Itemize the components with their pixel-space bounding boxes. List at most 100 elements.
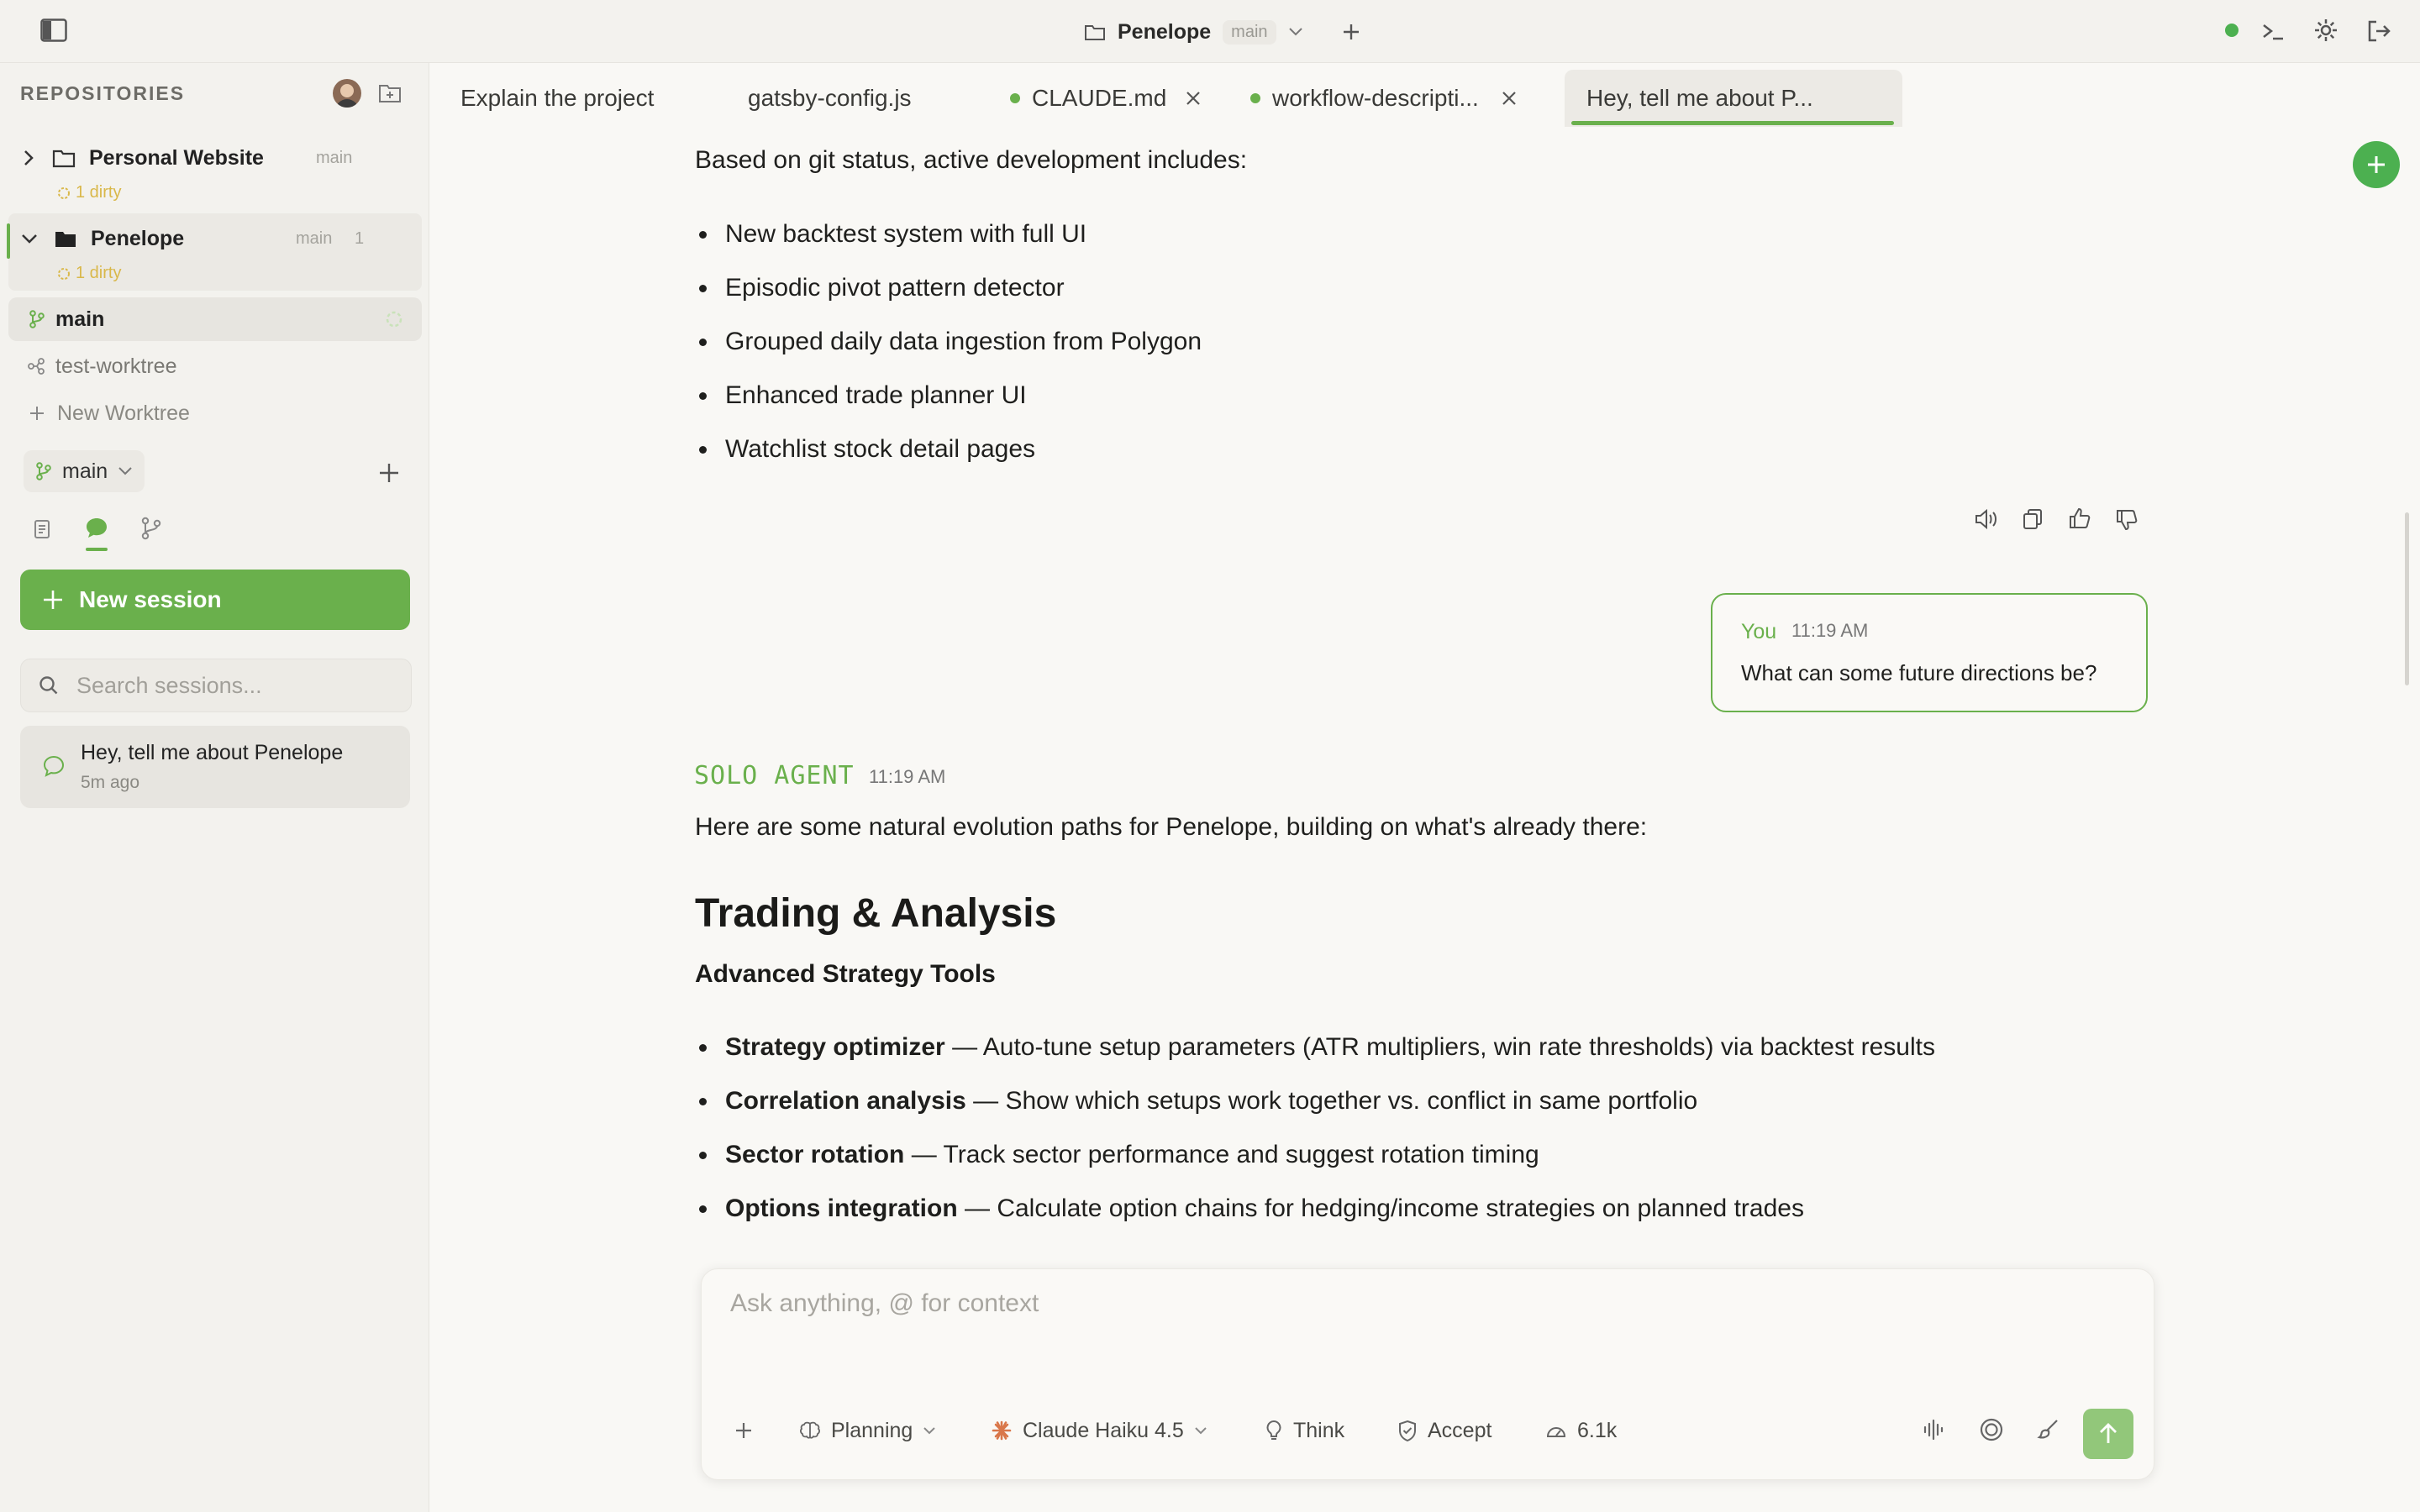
close-icon[interactable] [1185,90,1202,107]
scrollbar-thumb[interactable] [2405,512,2409,685]
chevron-down-icon[interactable] [20,232,39,245]
terminal-icon[interactable] [2260,18,2286,44]
brush-icon[interactable] [2036,1417,2061,1442]
send-button[interactable] [2083,1409,2133,1459]
project-name: Penelope [1118,19,1212,44]
voice-waveform-icon[interactable] [1922,1417,1945,1442]
intro-text: Based on git status, active development … [695,146,1248,174]
agent-intro: Here are some natural evolution paths fo… [695,813,1648,841]
item-title: Strategy optimizer [725,1033,945,1061]
list-item: Options integration — Calculate option c… [699,1194,1804,1223]
logout-icon[interactable] [2366,18,2391,44]
token-usage[interactable]: 6.1k [1545,1414,1617,1447]
tab-label: gatsby-config.js [748,85,912,111]
shield-check-icon [1397,1419,1418,1442]
token-count: 6.1k [1577,1418,1618,1442]
repo-penelope[interactable]: Penelope main 1 [8,218,422,259]
tab-gatsby-config[interactable]: gatsby-config.js [748,70,912,127]
agent-name: SOLO AGENT [694,761,855,790]
composer: Planning Claude Haiku 4.5 Think Accept 6… [701,1268,2154,1480]
model-selector[interactable]: Claude Haiku 4.5 [991,1414,1207,1447]
repo-branch: main [316,148,353,167]
chevron-right-icon[interactable] [22,149,35,167]
thumbs-down-icon[interactable] [2114,507,2139,533]
dirty-label: 1 dirty [76,264,122,282]
speaker-icon[interactable] [1973,507,1998,531]
gear-icon[interactable] [2312,17,2339,44]
item-title: Correlation analysis [725,1087,966,1115]
branch-selector[interactable]: main [24,450,145,492]
tab-label: CLAUDE.md [1032,85,1167,111]
new-session-button[interactable]: New session [20,570,410,630]
branch-badge: main [1223,19,1276,45]
attach-plus-icon[interactable] [734,1420,754,1441]
list-item: Sector rotation — Track sector performan… [699,1141,1539,1169]
session-title: Hey, tell me about Penelope [81,741,344,764]
title-bar: Penelope main [0,0,2420,63]
copy-icon[interactable] [2022,507,2044,531]
status-dot [2225,24,2238,37]
session-item[interactable]: Hey, tell me about Penelope 5m ago [20,726,410,808]
thumbs-up-icon[interactable] [2067,506,2092,531]
worktree-main[interactable]: main [8,297,422,341]
chevron-down-icon [923,1426,936,1435]
modified-dot [1250,93,1260,103]
tab-penelope-chat[interactable]: Hey, tell me about P... [1565,70,1902,127]
arrow-up-icon [2100,1423,2117,1443]
close-icon[interactable] [1501,90,1518,107]
files-icon[interactable] [32,517,54,541]
chevron-down-icon [1194,1426,1207,1435]
project-title[interactable]: Penelope main [1084,15,1360,49]
new-tab-button[interactable] [2353,141,2400,188]
add-repo-icon[interactable] [378,82,402,104]
add-icon[interactable] [1342,23,1360,41]
repo-count: 1 [355,228,365,248]
item-text: — Auto-tune setup parameters (ATR multip… [944,1033,1935,1061]
branch-icon [35,462,52,480]
user-message: You 11:19 AM What can some future direct… [1711,593,2148,712]
lightbulb-icon [1265,1419,1283,1442]
plus-icon [2368,156,2385,173]
sidebar-toggle-icon[interactable] [40,18,67,42]
tab-label: workflow-descripti... [1272,85,1479,111]
search-icon [38,675,60,696]
item-text: — Show which setups work together vs. co… [965,1087,1698,1115]
session-time: 5m ago [81,773,140,792]
list-item: Episodic pivot pattern detector [699,274,1065,302]
folder-icon [1084,23,1106,41]
git-branch-icon[interactable] [139,516,163,541]
tab-label: Hey, tell me about P... [1586,85,1813,111]
model-label: Claude Haiku 4.5 [1023,1418,1184,1442]
new-worktree-button[interactable]: New Worktree [8,391,422,435]
chat-bubble-icon [42,754,66,778]
add-branch-icon[interactable] [378,462,400,484]
chat-icon[interactable] [84,516,109,541]
think-toggle[interactable]: Think [1265,1414,1344,1447]
repo-name: Penelope [91,226,185,250]
accept-label: Accept [1428,1418,1492,1442]
tab-workflow-description[interactable]: workflow-descripti... [1250,70,1518,127]
modified-dot [1010,93,1020,103]
new-session-label: New session [79,586,222,612]
item-text: — Track sector performance and suggest r… [904,1141,1539,1168]
worktree-test[interactable]: test-worktree [8,344,422,388]
plus-icon [42,589,64,611]
search-input[interactable] [75,671,397,700]
list-item: Watchlist stock detail pages [699,435,1035,464]
mode-selector[interactable]: Planning [799,1414,936,1447]
dirty-status: 1 dirty [57,264,121,283]
repo-personal-website[interactable]: Personal Website main [8,138,422,178]
brain-icon [799,1420,821,1441]
accept-toggle[interactable]: Accept [1397,1414,1491,1447]
record-icon[interactable] [1979,1417,2004,1442]
active-view-indicator [86,548,108,551]
tab-explain-project[interactable]: Explain the project [460,70,654,127]
avatar[interactable] [333,79,361,108]
worktree-icon [27,358,45,375]
tab-claude-md[interactable]: CLAUDE.md [1010,70,1202,127]
item-title: Sector rotation [725,1141,905,1168]
chevron-down-icon[interactable] [1288,27,1303,37]
session-search[interactable] [20,659,412,712]
prompt-input[interactable] [729,1288,2110,1358]
worktree-label: main [55,307,105,331]
